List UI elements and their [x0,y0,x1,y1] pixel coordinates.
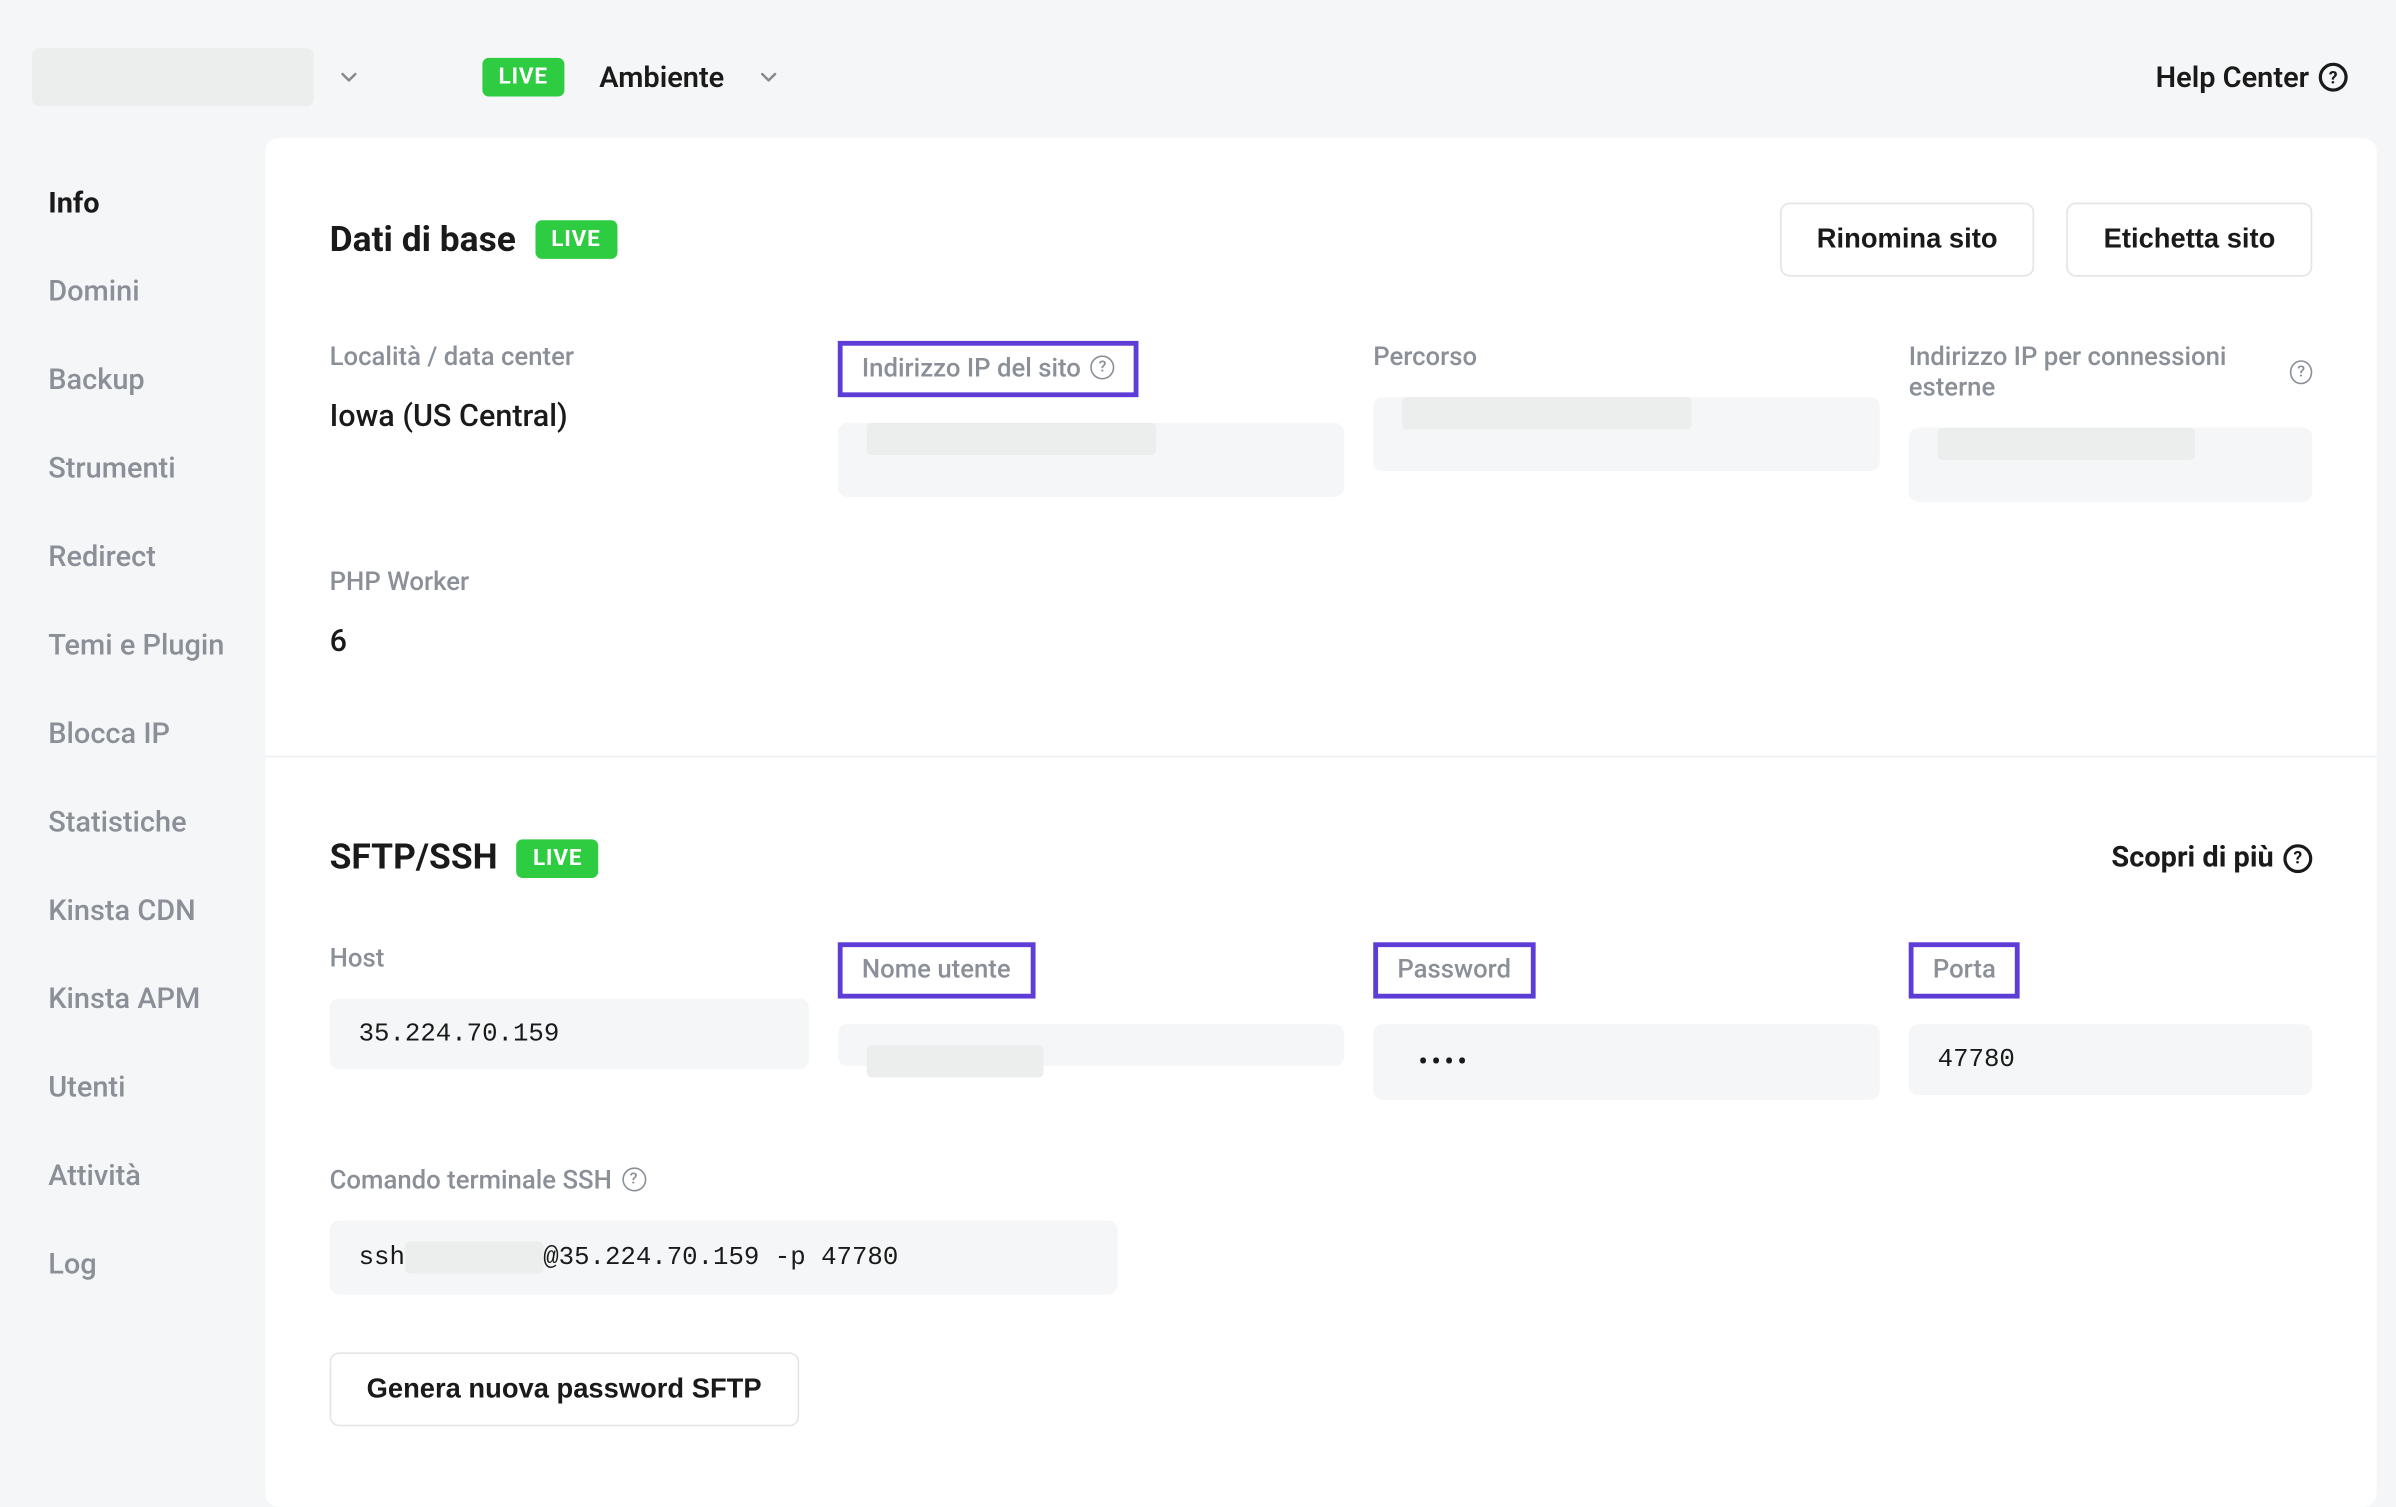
question-mark-icon: ? [2319,63,2348,92]
port-label: Porta [1933,954,1996,985]
username-label-wrap: Nome utente [838,942,1345,998]
sidebar-item-domini[interactable]: Domini [48,275,265,309]
sidebar-item-blocca-ip[interactable]: Blocca IP [48,717,265,751]
php-worker-value: 6 [330,622,2313,659]
sidebar-item-backup[interactable]: Backup [48,363,265,397]
path-label: Percorso [1373,341,1880,372]
php-worker-label: PHP Worker [330,566,2313,597]
ssh-command-suffix: @35.224.70.159 -p 47780 [543,1243,898,1272]
password-label-wrap: Password [1373,942,1880,998]
username-value[interactable] [838,1024,1345,1066]
top-bar: LIVE Ambiente Help Center ? [0,0,2396,138]
ssh-command-value[interactable]: ssh @35.224.70.159 -p 47780 [330,1220,1118,1294]
sidebar-item-kinsta-cdn[interactable]: Kinsta CDN [48,894,265,928]
sidebar-item-temi-plugin[interactable]: Temi e Plugin [48,629,265,663]
sidebar-item-info[interactable]: Info [48,187,265,221]
sidebar: Info Domini Backup Strumenti Redirect Te… [0,138,265,1506]
location-label: Località / data center [330,341,809,372]
site-ip-value[interactable] [838,423,1345,497]
help-center-link[interactable]: Help Center ? [2156,60,2348,94]
ssh-command-prefix: ssh [359,1243,405,1272]
path-value[interactable] [1373,397,1880,471]
ssh-command-section: Comando terminale SSH ? ssh @35.224.70.1… [330,1164,2313,1294]
site-selector[interactable] [32,48,313,106]
chevron-down-icon [760,68,779,87]
basic-data-header: Dati di base LIVE Rinomina sito Etichett… [330,203,2313,277]
rename-site-button[interactable]: Rinomina sito [1780,203,2035,277]
sidebar-item-utenti[interactable]: Utenti [48,1071,265,1105]
basic-data-title: Dati di base [330,219,516,259]
env-live-badge: LIVE [482,58,564,97]
password-highlight: Password [1373,942,1535,998]
question-mark-icon[interactable]: ? [2290,359,2312,383]
sidebar-item-attivita[interactable]: Attività [48,1159,265,1193]
ssh-command-label-wrap: Comando terminale SSH ? [330,1164,2313,1195]
port-highlight: Porta [1909,942,2020,998]
external-ip-label: Indirizzo IP per connessioni esterne [1909,341,2281,402]
basic-live-badge: LIVE [535,220,617,259]
sidebar-item-log[interactable]: Log [48,1248,265,1282]
sftp-grid: Host 35.224.70.159 Nome utente Password … [330,942,2313,1100]
external-ip-value[interactable] [1909,428,2313,502]
ssh-command-redacted-user [405,1241,543,1273]
help-center-label: Help Center [2156,60,2309,94]
site-ip-label-wrap: Indirizzo IP del sito ? [838,341,1345,397]
site-ip-highlight: Indirizzo IP del sito ? [838,341,1139,397]
host-label: Host [330,942,809,973]
sftp-live-badge: LIVE [517,839,599,878]
location-value: Iowa (US Central) [330,397,809,434]
ssh-command-label: Comando terminale SSH [330,1164,612,1195]
label-site-button[interactable]: Etichetta sito [2067,203,2313,277]
sidebar-item-kinsta-apm[interactable]: Kinsta APM [48,982,265,1016]
generate-sftp-password-button[interactable]: Genera nuova password SFTP [330,1352,799,1426]
env-chevron[interactable] [760,68,779,87]
site-selector-chevron[interactable] [333,61,365,93]
env-label[interactable]: Ambiente [599,60,724,94]
question-mark-icon[interactable]: ? [1091,355,1115,379]
site-ip-label: Indirizzo IP del sito [862,352,1081,383]
php-worker-section: PHP Worker 6 [330,566,2313,659]
discover-more-label: Scopri di più [2111,841,2273,875]
host-value[interactable]: 35.224.70.159 [330,999,809,1070]
basic-info-grid: Località / data center Iowa (US Central)… [330,341,2313,502]
sidebar-item-statistiche[interactable]: Statistiche [48,806,265,840]
username-label: Nome utente [862,954,1011,985]
sidebar-item-redirect[interactable]: Redirect [48,540,265,574]
external-ip-label-wrap: Indirizzo IP per connessioni esterne ? [1909,341,2313,402]
chevron-down-icon [339,68,358,87]
question-mark-icon: ? [2283,843,2312,872]
section-divider [265,756,2376,758]
main-content: Dati di base LIVE Rinomina sito Etichett… [265,138,2376,1506]
port-value[interactable]: 47780 [1909,1024,2313,1095]
sftp-title: SFTP/SSH [330,838,498,878]
sftp-header: SFTP/SSH LIVE Scopri di più ? [330,838,2313,878]
sidebar-item-strumenti[interactable]: Strumenti [48,452,265,486]
password-value[interactable]: •••• [1373,1024,1880,1100]
port-label-wrap: Porta [1909,942,2313,998]
username-highlight: Nome utente [838,942,1035,998]
password-label: Password [1397,954,1511,985]
discover-more-link[interactable]: Scopri di più ? [2111,841,2312,875]
question-mark-icon[interactable]: ? [622,1167,646,1191]
